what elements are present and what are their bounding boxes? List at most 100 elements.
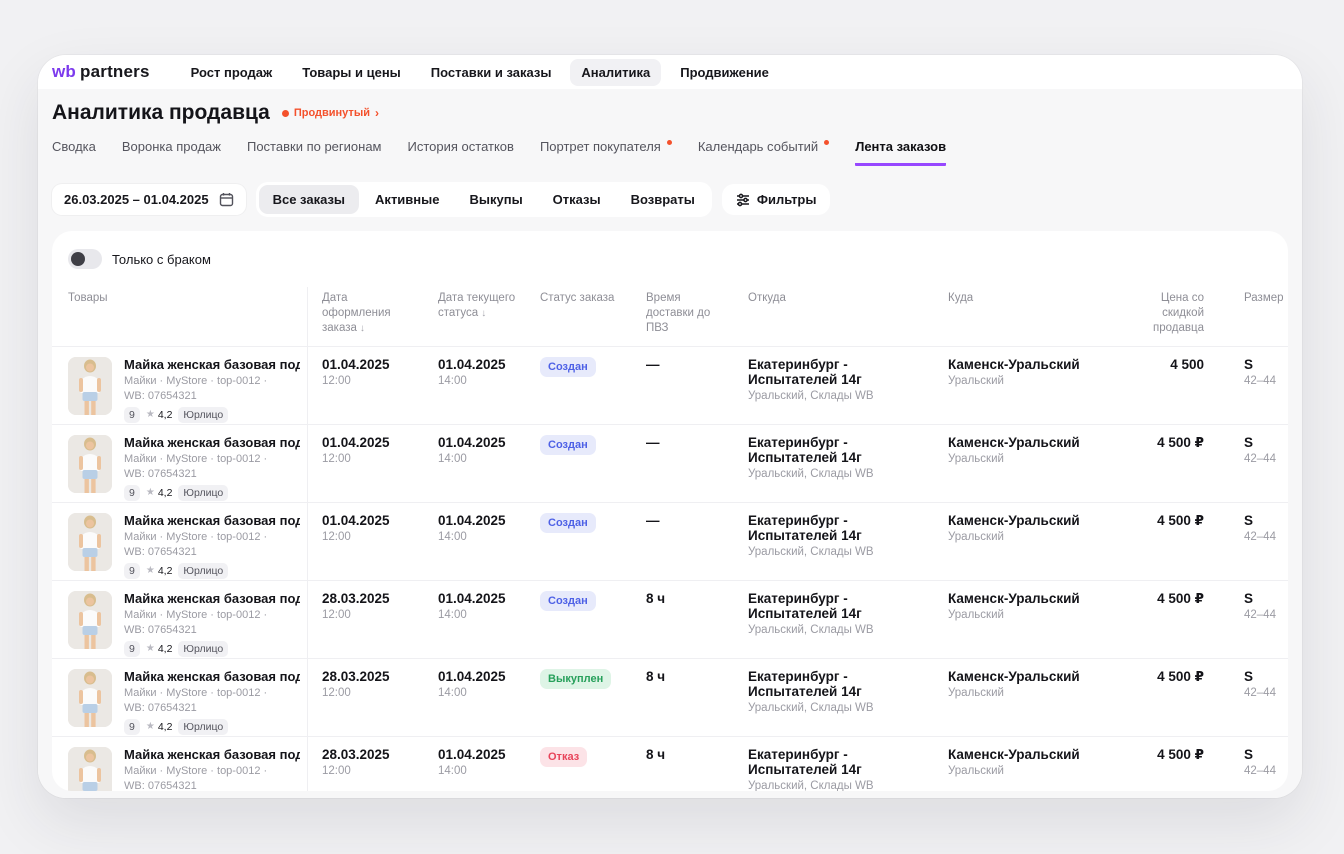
order-date-cell: 28.03.2025 12:00 — [308, 659, 424, 736]
tab[interactable]: Сводка — [52, 139, 96, 166]
star-icon: ★ — [146, 643, 155, 654]
segment-button[interactable]: Активные — [361, 185, 453, 214]
product-image — [68, 357, 112, 415]
product-wb-article: WB: 07654321 — [124, 702, 300, 714]
product-wb-article: WB: 07654321 — [124, 780, 300, 791]
column-header-label: Откуда — [748, 292, 786, 304]
product-cell: Майка женская базовая под пи... Майки · … — [52, 581, 308, 658]
nav-item[interactable]: Продвижение — [669, 59, 780, 86]
product-rating-value: 4,2 — [158, 487, 173, 499]
nav-item-label: Аналитика — [581, 65, 650, 80]
from-subtitle: Уральский, Склады WB — [748, 624, 924, 636]
table-row[interactable]: Майка женская базовая под пи... Майки · … — [52, 581, 1288, 659]
notification-dot-icon — [667, 140, 672, 145]
tab-label: Календарь событий — [698, 139, 818, 154]
product-badges: 9 ★4,2 Юрлицо — [124, 719, 300, 735]
segment-button[interactable]: Выкупы — [455, 185, 536, 214]
size-label: S — [1244, 669, 1278, 684]
to-cell: Каменск-Уральский Уральский — [934, 737, 1112, 791]
price-cell: 4 500 ₽ — [1112, 503, 1208, 580]
nav-item[interactable]: Товары и цены — [291, 59, 412, 86]
nav-item[interactable]: Рост продаж — [180, 59, 284, 86]
product-photo-placeholder — [68, 435, 112, 493]
product-entity-badge: Юрлицо — [178, 407, 228, 423]
product-info: Майка женская базовая под пи... Майки · … — [124, 591, 300, 658]
to-subtitle: Уральский — [948, 765, 1102, 777]
status-time: 14:00 — [438, 609, 516, 621]
table-row[interactable]: Майка женская базовая под пи... Майки · … — [52, 659, 1288, 737]
product-image — [68, 435, 112, 493]
to-subtitle: Уральский — [948, 375, 1102, 387]
status-cell: Создан — [526, 581, 632, 658]
product-info: Майка женская базовая под пи... Майки · … — [124, 357, 300, 424]
tab[interactable]: Лента заказов — [855, 139, 946, 166]
table-row[interactable]: Майка женская базовая под пи... Майки · … — [52, 503, 1288, 581]
table-row[interactable]: Майка женская базовая под пи... Майки · … — [52, 425, 1288, 503]
status-badge: Создан — [540, 357, 596, 377]
price-value: 4 500 ₽ — [1126, 669, 1204, 685]
size-label: S — [1244, 513, 1278, 528]
price-cell: 4 500 ₽ — [1112, 425, 1208, 502]
price-value: 4 500 ₽ — [1126, 747, 1204, 763]
product-title: Майка женская базовая под пи... — [124, 747, 300, 762]
segment-button[interactable]: Отказы — [539, 185, 615, 214]
to-subtitle: Уральский — [948, 609, 1102, 621]
status-date: 01.04.2025 — [438, 357, 516, 372]
delivery-time: 8 ч — [646, 747, 724, 762]
column-header-price: Цена со скидкой продавца — [1112, 287, 1208, 346]
delivery-cell: — — [632, 425, 734, 502]
filters-button-label: Фильтры — [757, 192, 817, 207]
product-info: Майка женская базовая под пи... Майки · … — [124, 669, 300, 736]
product-subtitle: Майки · MyStore · top-0012 · — [124, 453, 300, 465]
size-range: 42–44 — [1244, 375, 1278, 387]
to-title: Каменск-Уральский — [948, 669, 1102, 684]
defect-toggle[interactable] — [68, 249, 102, 269]
date-range-picker[interactable]: 26.03.2025 – 01.04.2025 — [52, 184, 246, 215]
tab-label: Воронка продаж — [122, 139, 221, 154]
size-label: S — [1244, 591, 1278, 606]
nav-item-label: Поставки и заказы — [431, 65, 552, 80]
segment-label: Активные — [375, 192, 439, 207]
product-cell: Майка женская базовая под пи... Майки · … — [52, 503, 308, 580]
tab[interactable]: История остатков — [408, 139, 514, 166]
segment-button[interactable]: Возвраты — [617, 185, 709, 214]
size-range: 42–44 — [1244, 453, 1278, 465]
product-badges: 9 ★4,2 Юрлицо — [124, 485, 300, 501]
wb-partners-logo[interactable]: wbpartners — [52, 62, 150, 82]
filters-button[interactable]: Фильтры — [722, 184, 831, 215]
column-header-order-date[interactable]: Дата оформления заказа↓ — [308, 287, 424, 346]
product-entity-badge: Юрлицо — [178, 641, 228, 657]
to-subtitle: Уральский — [948, 531, 1102, 543]
from-title: Екатеринбург - Испытателей 14г — [748, 357, 924, 387]
order-date: 01.04.2025 — [322, 435, 414, 450]
status-time: 14:00 — [438, 375, 516, 387]
tab[interactable]: Календарь событий — [698, 139, 829, 166]
size-label: S — [1244, 357, 1278, 372]
status-badge: Создан — [540, 591, 596, 611]
tab[interactable]: Поставки по регионам — [247, 139, 382, 166]
table-row[interactable]: Майка женская базовая под пи... Майки · … — [52, 347, 1288, 425]
segment-button[interactable]: Все заказы — [259, 185, 359, 214]
product-image — [68, 591, 112, 649]
tab[interactable]: Воронка продаж — [122, 139, 221, 166]
column-header-product: Товары — [52, 287, 308, 346]
product-title: Майка женская базовая под пи... — [124, 435, 300, 450]
tab[interactable]: Портрет покупателя — [540, 139, 672, 166]
column-header-status-date[interactable]: Дата текущего статуса↓ — [424, 287, 526, 346]
size-cell: S 42–44 — [1208, 659, 1288, 736]
column-header-delivery: Время доставки до ПВЗ — [632, 287, 734, 346]
date-range-value: 26.03.2025 – 01.04.2025 — [64, 192, 209, 207]
column-header-label: Куда — [948, 292, 973, 304]
page-content: Аналитика продавца Продвинутый › СводкаВ… — [38, 89, 1302, 798]
plan-link[interactable]: Продвинутый › — [282, 106, 379, 120]
status-date-cell: 01.04.2025 14:00 — [424, 425, 526, 502]
nav-item[interactable]: Поставки и заказы — [420, 59, 563, 86]
column-header-size: Размер — [1208, 287, 1288, 346]
sliders-icon — [736, 193, 750, 207]
product-wb-article: WB: 07654321 — [124, 546, 300, 558]
table-row[interactable]: Майка женская базовая под пи... Майки · … — [52, 737, 1288, 791]
status-date: 01.04.2025 — [438, 747, 516, 762]
table-body: Майка женская базовая под пи... Майки · … — [52, 347, 1288, 791]
nav-item[interactable]: Аналитика — [570, 59, 661, 86]
from-cell: Екатеринбург - Испытателей 14г Уральский… — [734, 737, 934, 791]
